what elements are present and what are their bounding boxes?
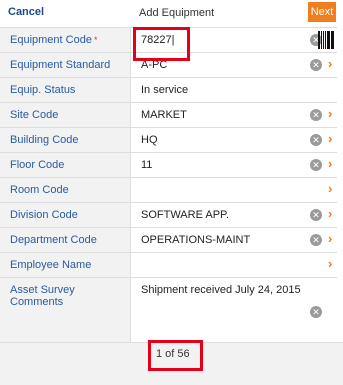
clear-x-icon[interactable]: ✕ [310,59,322,71]
field-equip-status[interactable]: Equip. Status In service [0,78,337,103]
field-value[interactable]: In service [141,78,188,102]
field-label: Employee Name [0,253,131,277]
field-label: Site Code [0,103,131,127]
field-building-code[interactable]: Building Code HQ ✕ › [0,128,337,153]
clear-x-icon[interactable]: ✕ [310,306,322,318]
next-button[interactable]: Next [308,2,336,22]
field-division-code[interactable]: Division Code SOFTWARE APP. ✕ › [0,203,337,228]
field-department-code[interactable]: Department Code OPERATIONS-MAINT ✕ › [0,228,337,253]
highlight-box-equipment-code [133,27,190,61]
barcode-icon[interactable] [318,31,334,49]
page-title: Add Equipment [139,7,215,19]
chevron-right-icon[interactable]: › [328,156,332,171]
cancel-button[interactable]: Cancel [8,6,44,18]
field-label: Floor Code [0,153,131,177]
field-floor-code[interactable]: Floor Code 11 ✕ › [0,153,337,178]
clear-x-icon[interactable]: ✕ [310,134,322,146]
clear-x-icon[interactable]: ✕ [310,209,322,221]
top-bar: Cancel Add Equipment Next [0,0,343,26]
field-label: Equipment Code * [0,28,131,52]
chevron-right-icon[interactable]: › [328,56,332,71]
chevron-right-icon[interactable]: › [328,231,332,246]
field-value[interactable]: 11 [141,153,152,177]
field-value[interactable]: MARKET [141,103,187,127]
clear-x-icon[interactable]: ✕ [310,234,322,246]
chevron-right-icon[interactable]: › [328,131,332,146]
field-value[interactable]: SOFTWARE APP. [141,203,229,227]
required-marker: * [93,35,98,45]
clear-x-icon[interactable]: ✕ [310,109,322,121]
chevron-right-icon[interactable]: › [328,181,332,196]
field-site-code[interactable]: Site Code MARKET ✕ › [0,103,337,128]
field-value[interactable]: HQ [141,128,158,152]
field-label: Building Code [0,128,131,152]
field-label: Equipment Standard [0,53,131,77]
highlight-box-pager [148,340,203,371]
field-label: Asset Survey Comments [0,278,131,352]
clear-x-icon[interactable]: ✕ [310,159,322,171]
field-value[interactable]: OPERATIONS-MAINT [141,228,250,252]
equipment-form: Equipment Code * 78227| ✕ Equipment Stand… [0,27,337,353]
field-label: Equip. Status [0,78,131,102]
chevron-right-icon[interactable]: › [328,106,332,121]
field-label: Division Code [0,203,131,227]
field-label: Department Code [0,228,131,252]
field-label: Room Code [0,178,131,202]
field-employee-name[interactable]: Employee Name › [0,253,337,278]
chevron-right-icon[interactable]: › [328,206,332,221]
chevron-right-icon[interactable]: › [328,256,332,271]
field-room-code[interactable]: Room Code › [0,178,337,203]
